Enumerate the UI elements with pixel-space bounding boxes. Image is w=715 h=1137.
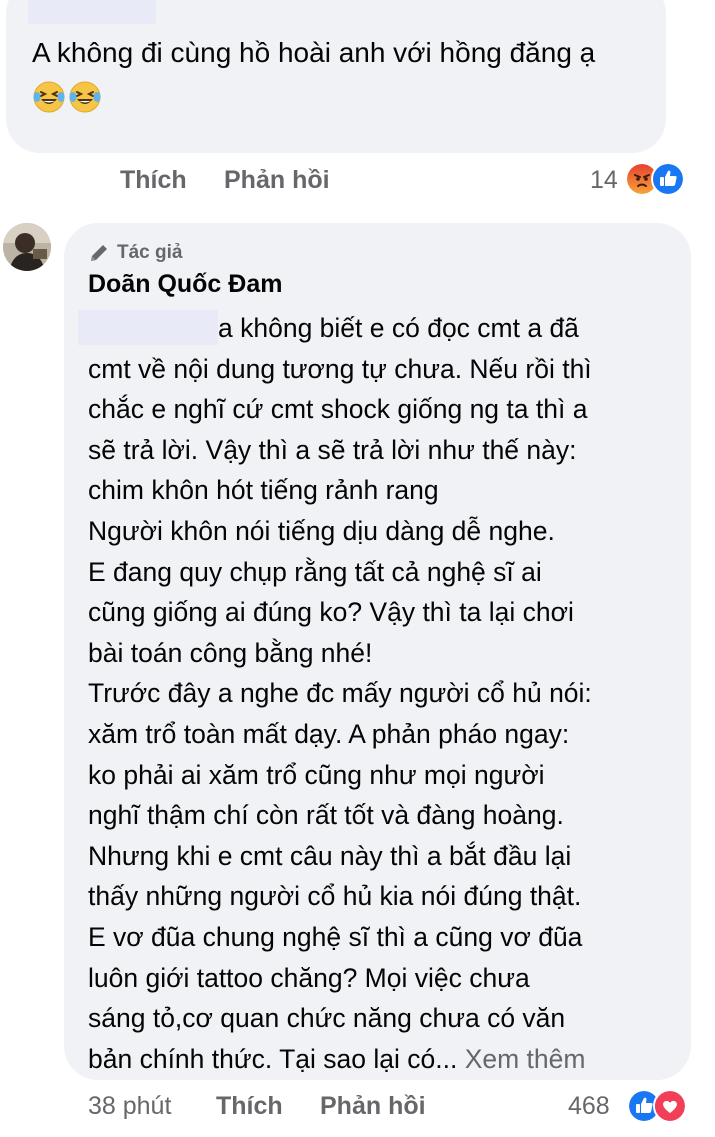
- text-line: Trước đây a nghe đc mấy người cổ hủ nói:: [88, 678, 592, 709]
- text-line: cũng giống ai đúng ko? Vậy thì ta lại ch…: [88, 597, 574, 628]
- reaction-count[interactable]: 14: [590, 166, 618, 195]
- reaction-icons[interactable]: [625, 162, 685, 196]
- pencil-icon: [91, 245, 107, 261]
- text-line: thấy những người cổ hủ kia nói đúng thật…: [88, 881, 582, 912]
- comment-text: a không biết e có đọc cmt a đã cmt về nộ…: [88, 308, 688, 1079]
- text-line: xăm trổ toàn mất dạy. A phản pháo ngay:: [88, 718, 570, 749]
- like-reaction-icon: [651, 162, 685, 196]
- text-line: E đang quy chụp rằng tất cả nghệ sĩ ai: [88, 556, 542, 587]
- like-button[interactable]: Thích: [120, 166, 187, 195]
- text-line: Nhưng khi e cmt câu này thì a bắt đầu lạ…: [88, 840, 572, 871]
- author-badge-label: Tác giả: [117, 242, 183, 263]
- reply-button[interactable]: Phản hồi: [320, 1092, 426, 1121]
- text-line: sẽ trả lời. Vậy thì a sẽ trả lời như thế…: [88, 434, 577, 465]
- text-line: E vơ đũa chung nghệ sĩ thì a cũng vơ đũa: [88, 921, 583, 952]
- comment-text: A không đi cùng hồ hoài anh với hồng đăn…: [32, 37, 596, 68]
- text-line: chim khôn hót tiếng rảnh rang: [88, 475, 439, 506]
- see-more-link[interactable]: Xem thêm: [465, 1044, 586, 1074]
- laughing-tears-emoji-icon: [33, 81, 65, 113]
- comment-timestamp[interactable]: 38 phút: [88, 1092, 171, 1121]
- love-reaction-icon: [653, 1089, 687, 1123]
- text-line: bài toán công bằng nhé!: [88, 637, 373, 668]
- text-line: sáng tỏ,cơ quan chức năng chưa có văn: [88, 1003, 566, 1034]
- text-line: ko phải ai xăm trổ cũng như mọi người: [88, 759, 545, 790]
- text-line: cmt về nội dung tương tự chưa. Nếu rồi t…: [88, 353, 592, 384]
- comment-bubble: A không đi cùng hồ hoài anh với hồng đăn…: [6, 0, 666, 153]
- laughing-tears-emoji-icon: [69, 81, 101, 113]
- reaction-count[interactable]: 468: [568, 1092, 610, 1121]
- avatar-photo: [3, 223, 51, 271]
- like-button[interactable]: Thích: [216, 1092, 283, 1121]
- reply-button[interactable]: Phản hồi: [224, 166, 330, 195]
- avatar[interactable]: [3, 223, 51, 271]
- reaction-icons[interactable]: [627, 1089, 687, 1123]
- text-line: chắc e nghĩ cứ cmt shock giống ng ta thì…: [88, 394, 588, 425]
- redacted-mention: [28, 0, 156, 24]
- text-line: a không biết e có đọc cmt a đã: [218, 313, 579, 343]
- text-line: bản chính thức. Tại sao lại có... Xem th…: [88, 1043, 586, 1074]
- text-line: Người khôn nói tiếng dịu dàng dễ nghe.: [88, 515, 555, 546]
- emoji-row: [32, 80, 102, 114]
- author-name[interactable]: Doãn Quốc Đam: [88, 270, 282, 299]
- text-line: nghĩ thậm chí còn rất tốt và đàng hoàng.: [88, 800, 564, 831]
- author-badge: Tác giả: [88, 242, 182, 264]
- text-line: luôn giới tattoo chăng? Mọi việc chưa: [88, 962, 530, 993]
